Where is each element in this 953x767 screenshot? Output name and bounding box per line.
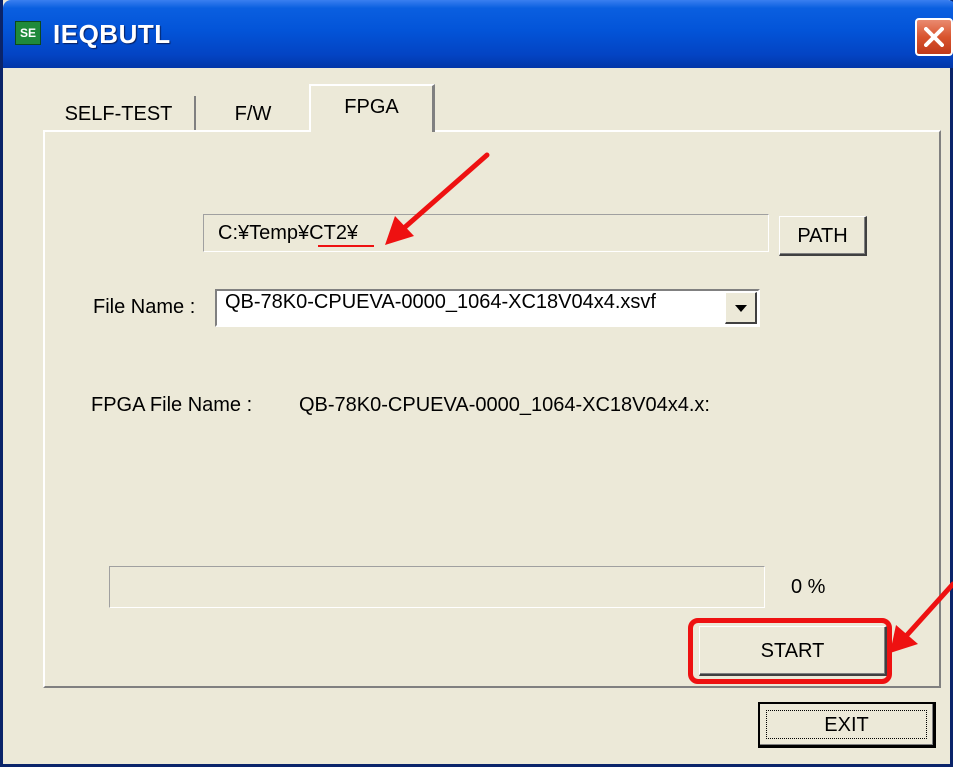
close-icon: [924, 27, 944, 47]
tab-fpga[interactable]: FPGA: [309, 84, 435, 132]
app-icon: SE: [15, 21, 41, 45]
app-window: SE IEQBUTL SELF-TEST F/W FPGA C:¥Temp¥CT…: [0, 0, 953, 767]
chevron-down-icon: [735, 305, 747, 312]
exit-button[interactable]: EXIT: [758, 702, 936, 748]
file-name-selected: QB-78K0-CPUEVA-0000_1064-XC18V04x4.xsvf: [225, 291, 656, 313]
close-button[interactable]: [915, 18, 953, 56]
path-button[interactable]: PATH: [779, 216, 867, 256]
start-button[interactable]: START: [699, 626, 887, 676]
fpga-file-name-label: FPGA File Name :: [91, 394, 253, 416]
focus-rectangle: [766, 710, 927, 739]
tab-self-test[interactable]: SELF-TEST: [43, 96, 196, 132]
file-name-dropdown[interactable]: QB-78K0-CPUEVA-0000_1064-XC18V04x4.xsvf: [215, 289, 760, 327]
fpga-file-name-value: QB-78K0-CPUEVA-0000_1064-XC18V04x4.x:: [299, 394, 710, 416]
progress-bar: [109, 566, 765, 608]
dropdown-button[interactable]: [725, 292, 757, 324]
window-title: IEQBUTL: [53, 19, 171, 49]
title-bar[interactable]: SE IEQBUTL: [3, 0, 953, 68]
path-field[interactable]: C:¥Temp¥CT2¥: [203, 214, 769, 252]
tab-fw[interactable]: F/W: [198, 96, 308, 132]
file-name-label: File Name :: [93, 296, 196, 318]
progress-percent: 0 %: [791, 576, 826, 598]
